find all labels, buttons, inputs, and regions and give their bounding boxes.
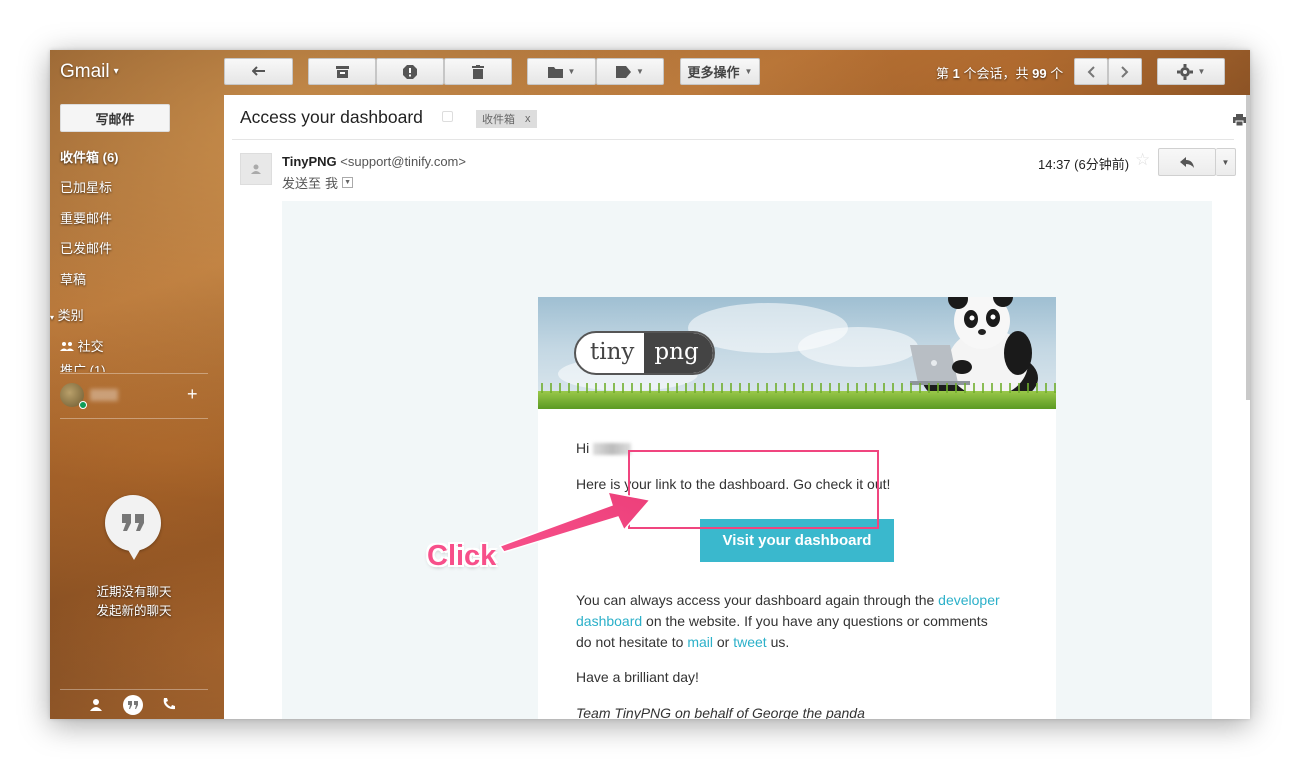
hangouts-empty-line2[interactable]: 发起新的聊天 <box>50 600 218 619</box>
tinypng-logo: tiny png <box>574 331 715 375</box>
paragraph-line-3: do not hesitate to mail or tweet us. <box>576 634 790 650</box>
email-timestamp: 14:37 (6分钟前) <box>1038 157 1130 172</box>
trash-icon <box>472 64 484 79</box>
sidebar-item-drafts[interactable]: 草稿 <box>60 269 86 288</box>
chevron-left-icon <box>1087 65 1095 78</box>
tweet-link[interactable]: tweet <box>733 634 766 650</box>
person-icon <box>251 164 261 174</box>
gear-icon <box>1176 63 1193 80</box>
closing-line: Have a brilliant day! <box>576 669 699 685</box>
chevron-down-icon: ▼ <box>1197 67 1206 76</box>
people-icon <box>60 342 74 351</box>
sidebar-item-promotions[interactable]: 推广 (1) <box>60 362 106 372</box>
divider <box>60 689 208 690</box>
mail-link[interactable]: mail <box>687 634 713 650</box>
online-status-dot <box>79 401 87 409</box>
developer-dashboard-link[interactable]: developer <box>938 592 1000 608</box>
click-annotation-label: Click <box>427 540 497 572</box>
sender-line: TinyPNG <support@tinify.com> <box>282 154 466 169</box>
chevron-down-icon: ▾ <box>113 66 119 78</box>
sender-name[interactable]: TinyPNG <box>282 154 337 169</box>
tinypng-banner: tiny png <box>538 297 1056 409</box>
star-icon[interactable]: ☆ <box>1135 150 1150 170</box>
sidebar-item-important[interactable]: 重要邮件 <box>60 208 112 227</box>
newer-button[interactable] <box>1074 58 1108 85</box>
greeting-line: Hi <box>576 438 632 459</box>
gmail-menu[interactable]: Gmail ▾ <box>60 61 119 83</box>
back-arrow-icon <box>251 65 265 76</box>
sidebar: 写邮件 收件箱 (6) 已加星标 重要邮件 已发邮件 草稿 ▾ 类别 社交 推广… <box>50 95 224 719</box>
sidebar-item-sent[interactable]: 已发邮件 <box>60 238 112 257</box>
labels-button[interactable]: ▼ <box>596 58 664 85</box>
divider <box>232 139 1234 140</box>
chevron-down-icon: ▼ <box>636 67 644 76</box>
recipient-line: 发送至 我 ▼ <box>282 173 354 192</box>
remove-label-icon[interactable]: x <box>525 113 531 125</box>
settings-button[interactable]: ▼ <box>1157 58 1225 85</box>
paragraph-line-1: You can always access your dashboard aga… <box>576 592 1000 608</box>
report-spam-button[interactable] <box>376 58 444 85</box>
developer-dashboard-link-cont[interactable]: dashboard <box>576 613 642 629</box>
add-chat-icon[interactable]: + <box>187 384 198 405</box>
show-details-icon[interactable]: ▼ <box>342 177 354 188</box>
triangle-down-icon: ▾ <box>50 313 55 322</box>
grass-strip <box>538 383 1056 409</box>
contacts-icon[interactable] <box>90 698 102 716</box>
paragraph-line-2: dashboard on the website. If you have an… <box>576 613 988 629</box>
hangouts-icon[interactable] <box>123 695 143 715</box>
blurred-name <box>593 443 632 456</box>
print-icon[interactable] <box>1233 113 1246 131</box>
phone-icon[interactable] <box>162 697 176 716</box>
archive-icon <box>335 65 349 78</box>
gmail-window: Gmail ▾ ▼ ▼ 更多操作 ▼ 第 1 个会话，共 99 个 ▼ 写邮件 … <box>50 50 1250 719</box>
delete-button[interactable] <box>444 58 512 85</box>
email-subject: Access your dashboard <box>240 107 423 127</box>
main-pane: Access your dashboard 收件箱 x TinyPNG <sup… <box>224 95 1250 719</box>
label-chip-inbox[interactable]: 收件箱 x <box>476 110 537 128</box>
move-to-button[interactable]: ▼ <box>527 58 596 85</box>
blurred-username <box>90 389 118 401</box>
reply-icon <box>1180 156 1194 168</box>
pager-text: 第 1 个会话，共 99 个 <box>936 66 1064 81</box>
sidebar-item-categories[interactable]: ▾ 类别 <box>50 305 84 324</box>
sidebar-item-starred[interactable]: 已加星标 <box>60 177 112 196</box>
reply-button[interactable] <box>1158 148 1216 176</box>
older-button[interactable] <box>1108 58 1142 85</box>
folder-icon <box>547 66 563 78</box>
more-actions-button[interactable]: 更多操作 ▼ <box>680 58 760 85</box>
sidebar-item-inbox[interactable]: 收件箱 (6) <box>60 147 119 166</box>
spam-icon <box>403 64 417 79</box>
importance-marker[interactable] <box>442 111 453 122</box>
label-tag-icon <box>616 65 632 78</box>
hangouts-quote-icon <box>105 495 161 560</box>
chevron-right-icon <box>1121 65 1129 78</box>
back-button[interactable] <box>224 58 293 85</box>
chevron-down-icon: ▼ <box>744 67 753 76</box>
top-toolbar: Gmail ▾ ▼ ▼ 更多操作 ▼ 第 1 个会话，共 99 个 ▼ <box>50 50 1250 95</box>
divider <box>60 373 208 374</box>
signature-line: Team TinyPNG on behalf of George the pan… <box>576 705 865 719</box>
sender-avatar <box>240 153 272 185</box>
highlight-box <box>628 450 879 529</box>
scrollbar[interactable] <box>1246 95 1250 400</box>
hangouts-empty-line1: 近期没有聊天 <box>96 585 172 599</box>
compose-button[interactable]: 写邮件 <box>60 104 170 132</box>
archive-button[interactable] <box>308 58 376 85</box>
sender-address: <support@tinify.com> <box>340 154 466 169</box>
sidebar-item-social[interactable]: 社交 <box>60 336 104 355</box>
more-reply-options-button[interactable]: ▼ <box>1216 148 1236 176</box>
chevron-down-icon: ▼ <box>567 67 576 76</box>
divider <box>60 418 208 419</box>
